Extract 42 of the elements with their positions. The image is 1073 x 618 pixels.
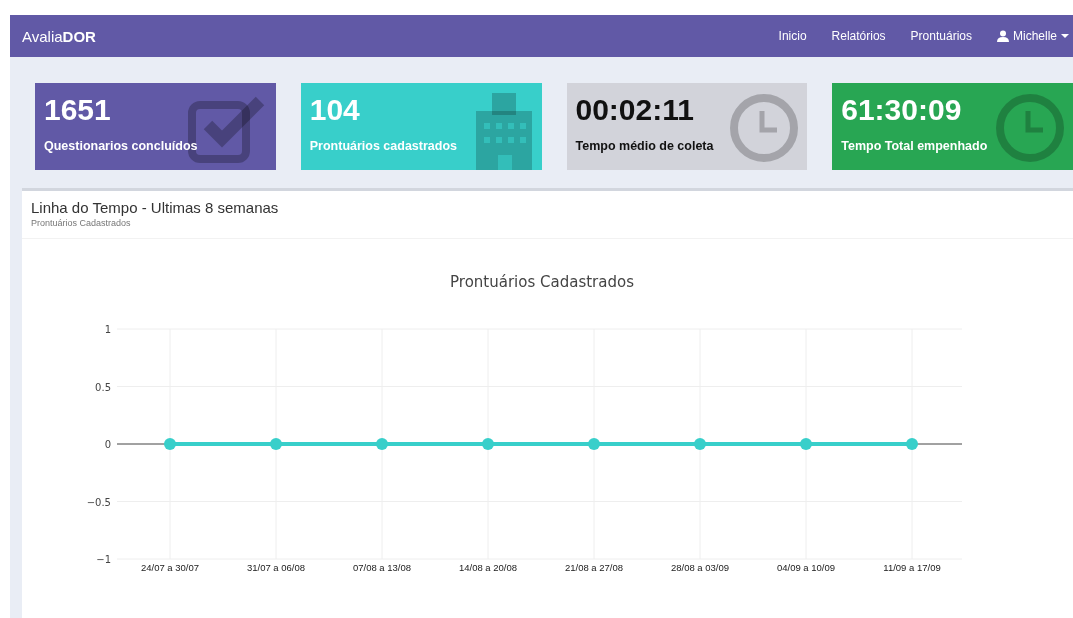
stat-value: 61:30:09	[841, 93, 963, 127]
data-point	[800, 438, 812, 450]
panel-subtitle: Prontuários Cadastrados	[31, 218, 132, 228]
data-point	[906, 438, 918, 450]
data-point	[376, 438, 388, 450]
x-tick-label: 21/08 a 27/08	[564, 562, 624, 573]
user-icon	[997, 30, 1009, 42]
data-point	[588, 438, 600, 450]
nav-link[interactable]: Inicio	[778, 29, 807, 43]
y-tick-label: −1	[96, 554, 111, 565]
data-point	[482, 438, 494, 450]
clock-icon	[729, 93, 800, 163]
user-menu[interactable]: Michelle	[997, 29, 1069, 43]
data-point	[694, 438, 706, 450]
nav-link[interactable]: Prontuários	[910, 29, 972, 43]
nav-link[interactable]: Relatórios	[831, 29, 886, 43]
x-tick-label: 31/07 a 06/08	[246, 562, 306, 573]
data-point	[164, 438, 176, 450]
x-tick-label: 28/08 a 03/09	[670, 562, 730, 573]
panel-title: Linha do Tempo - Ultimas 8 semanas	[31, 199, 280, 216]
stat-label: Tempo Total empenhado	[841, 139, 989, 153]
stat-label: Questionarios concluídos	[44, 139, 199, 153]
chart-title: Prontuários Cadastrados	[450, 273, 634, 291]
x-tick-label: 11/09 a 17/09	[883, 562, 941, 573]
caret-icon	[1061, 34, 1069, 38]
stat-value: 1651	[44, 93, 112, 127]
clock-icon	[995, 93, 1065, 163]
stat-value: 104	[309, 93, 361, 127]
stat-label: Prontuários cadastrados	[309, 139, 458, 153]
stat-value: 00:02:11	[575, 93, 695, 127]
stat-label: Tempo médio de coleta	[575, 139, 715, 153]
x-tick-label: 04/09 a 10/09	[776, 562, 836, 573]
x-tick-label: 07/08 a 13/08	[352, 562, 412, 573]
y-tick-label: −0.5	[86, 496, 111, 508]
building-icon	[473, 93, 534, 170]
data-point	[270, 438, 282, 450]
y-tick-label: 0.5	[95, 381, 111, 393]
y-tick-label: 0	[104, 439, 111, 450]
brand-logo[interactable]: AvaliaDOR	[22, 27, 96, 45]
y-tick-label: 1	[104, 324, 111, 335]
x-tick-label: 24/07 a 30/07	[140, 562, 200, 573]
x-tick-label: 14/08 a 20/08	[458, 562, 518, 573]
